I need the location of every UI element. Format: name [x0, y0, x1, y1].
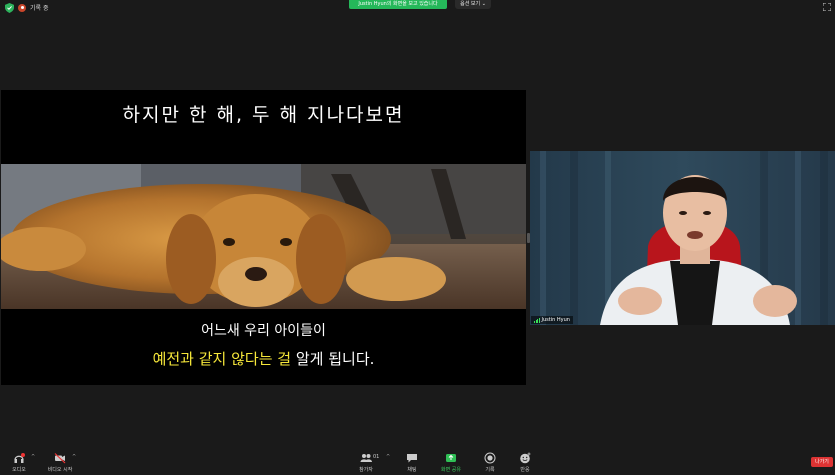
- slide-caption-line1: 어느새 우리 아이들이: [201, 323, 326, 339]
- shared-screen: 하지만 한 해, 두 해 지나다보면 어느새 우리 아이들이 예전과 같지 않다…: [1, 90, 526, 385]
- slide-caption-line2: 예전과 같지 않다는 걸 알게 됩니다.: [1, 348, 526, 369]
- shield-icon[interactable]: [5, 3, 14, 13]
- record-dot-icon: [18, 3, 26, 12]
- chat-label: 채팅: [407, 467, 417, 473]
- screen-share-banner: Justin Hyun의 화면을 보고 있습니다: [349, 0, 447, 9]
- audio-label: 오디오: [12, 467, 26, 473]
- participants-count: 01: [373, 454, 380, 460]
- chat-icon: [407, 454, 417, 463]
- dog-photo: [1, 164, 526, 309]
- caption-highlight-2: 같지 않다는 걸: [198, 350, 292, 368]
- participants-button[interactable]: 참가자: [354, 448, 378, 475]
- video-caret-icon[interactable]: ^: [72, 455, 77, 460]
- top-bar: 기록 중 Justin Hyun의 화면을 보고 있습니다 옵션 보기 ⌄: [0, 0, 835, 16]
- headphone-icon: [14, 453, 25, 463]
- record-label: 기록: [485, 467, 495, 473]
- zoom-meeting-window: 기록 중 Justin Hyun의 화면을 보고 있습니다 옵션 보기 ⌄ 하지…: [0, 0, 835, 475]
- view-options-button[interactable]: 옵션 보기 ⌄: [455, 0, 491, 9]
- participants-caret-icon[interactable]: ^: [386, 455, 391, 460]
- video-off-icon: [54, 453, 66, 464]
- share-screen-button[interactable]: 화면 공유: [436, 448, 466, 475]
- participant-name: Justin Hyun: [541, 317, 570, 323]
- audio-button[interactable]: 오디오: [8, 448, 30, 475]
- leave-button[interactable]: 나가기: [811, 457, 833, 467]
- record-button[interactable]: 기록: [480, 448, 500, 475]
- meeting-toolbar: 오디오 ^ 비디오 시작 ^ 참가자 01 ^ 채팅 화면 공유 기록 반응: [0, 448, 835, 475]
- slide-title: 하지만 한 해, 두 해 지나다보면: [122, 104, 405, 126]
- reactions-label: 반응: [520, 467, 530, 473]
- video-button[interactable]: 비디오 시작: [44, 448, 76, 475]
- fullscreen-icon[interactable]: [823, 3, 831, 11]
- share-screen-label: 화면 공유: [441, 467, 461, 473]
- recording-indicator[interactable]: 기록 중: [18, 3, 48, 12]
- participant-video-tile[interactable]: Justin Hyun: [530, 151, 835, 325]
- chat-button[interactable]: 채팅: [402, 448, 422, 475]
- audio-caret-icon[interactable]: ^: [31, 455, 36, 460]
- video-label: 비디오 시작: [47, 467, 73, 473]
- emoji-icon: [520, 452, 531, 464]
- participants-label: 참가자: [359, 467, 373, 473]
- caption-highlight-1: 예전과: [152, 350, 199, 368]
- participants-icon: [360, 454, 372, 462]
- participant-name-label: Justin Hyun: [531, 316, 573, 324]
- record-icon: [484, 452, 496, 464]
- dog-image: [1, 164, 526, 309]
- signal-icon: [534, 317, 540, 323]
- caption-tail: 알게 됩니다.: [291, 350, 375, 368]
- share-screen-icon: [446, 454, 456, 462]
- participant-video: [540, 151, 828, 325]
- recording-label: 기록 중: [30, 5, 49, 12]
- reactions-button[interactable]: 반응: [515, 448, 535, 475]
